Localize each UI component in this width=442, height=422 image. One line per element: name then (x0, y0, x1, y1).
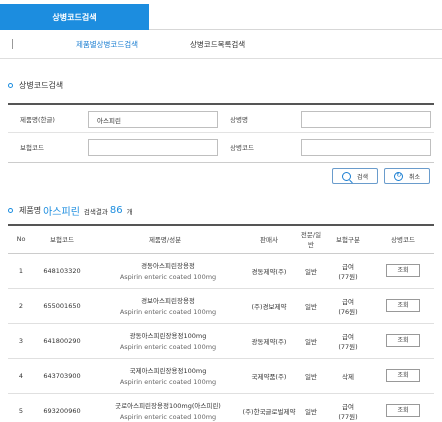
search-button-label: 검색 (356, 173, 369, 181)
product-name: 경동아스피린장용정 (141, 262, 195, 270)
table-row: 2 655001650 경보아스피린장용정 Aspirin enteric co… (8, 288, 434, 324)
product-ingredient: Aspirin enteric coated 100mg (119, 273, 217, 281)
result-suffix: 개 (126, 207, 133, 216)
col-header-insurance: 보험구분 (324, 224, 372, 254)
reset-button[interactable]: 취소 (384, 168, 430, 184)
search-icon (341, 171, 351, 181)
col-header-code: 보험코드 (34, 224, 90, 254)
cell-type: 일반 (298, 393, 324, 422)
table-row: 5 693200960 굿로아스피린장용정100mg(아스피린) Aspirin… (8, 393, 434, 422)
cell-no: 3 (8, 323, 34, 359)
col-header-company: 판매사 (240, 224, 298, 254)
cell-type: 일반 (298, 288, 324, 324)
table-row: 3 641800290 광동아스피린장용정100mg Aspirin enter… (8, 323, 434, 359)
tab-disease-code-search[interactable]: 상병코드검색 (0, 4, 149, 30)
cell-type: 일반 (298, 358, 324, 394)
product-name: 광동아스피린장용정100mg (129, 332, 207, 340)
search-form: 제품명(한글) 아스피린 상병명 보험코드 상병코드 (8, 103, 434, 163)
view-button[interactable]: 조회 (386, 264, 420, 277)
product-name: 국제아스피린장용정100mg (129, 367, 207, 375)
col-header-disease-code: 상병코드 (372, 224, 434, 254)
cell-no: 1 (8, 253, 34, 289)
col-header-product: 제품명/성분 (90, 224, 240, 254)
cell-insurance: 급여 (77원) (324, 323, 372, 359)
disease-name-label: 상병명 (230, 116, 248, 124)
cell-code: 693200960 (34, 393, 90, 422)
table-row: 1 648103320 경동아스피린장용정 Aspirin enteric co… (8, 253, 434, 289)
search-section-title-text: 상병코드검색 (19, 81, 64, 90)
cell-action: 조회 (372, 253, 434, 289)
result-mid: 검색결과 (83, 207, 108, 216)
bullet-icon (8, 208, 13, 213)
disease-code-label: 상병코드 (230, 144, 254, 152)
table-row: 4 643703900 국제아스피린장용정100mg Aspirin enter… (8, 358, 434, 394)
sub-tab-bar: 제품별상병코드검색 상병코드목록검색 (0, 30, 442, 59)
result-keyword: 아스피린 (43, 207, 80, 218)
cell-product: 굿로아스피린장용정100mg(아스피린) Aspirin enteric coa… (90, 393, 240, 422)
disease-code-input[interactable] (301, 139, 431, 156)
cell-company: (주)한국글로벌제약 (240, 393, 298, 422)
view-button[interactable]: 조회 (386, 334, 420, 347)
tab-disease-code-list-search[interactable]: 상병코드목록검색 (190, 30, 410, 58)
cell-code: 641800290 (34, 323, 90, 359)
disease-name-input[interactable] (301, 111, 431, 128)
reset-icon (393, 171, 403, 181)
cell-insurance: 급여 (77원) (324, 393, 372, 422)
col-header-no: No (8, 224, 34, 254)
product-name-label: 제품명(한글) (20, 116, 55, 124)
view-button[interactable]: 조회 (386, 299, 420, 312)
cell-product: 경보아스피린장용정 Aspirin enteric coated 100mg (90, 288, 240, 324)
cell-product: 광동아스피린장용정100mg Aspirin enteric coated 10… (90, 323, 240, 359)
cell-product: 경동아스피린장용정 Aspirin enteric coated 100mg (90, 253, 240, 289)
cell-company: (주)경보제약 (240, 288, 298, 324)
product-name-input[interactable]: 아스피린 (88, 111, 218, 128)
reset-button-label: 취소 (408, 173, 421, 181)
cell-code: 655001650 (34, 288, 90, 324)
cell-product: 국제아스피린장용정100mg Aspirin enteric coated 10… (90, 358, 240, 394)
result-summary: 제품명 아스피린 검색결과 86 개 (8, 203, 133, 218)
tab-product-disease-code-search[interactable]: 제품별상병코드검색 (12, 30, 202, 58)
view-button[interactable]: 조회 (386, 369, 420, 382)
result-count: 86 (109, 205, 123, 216)
search-button[interactable]: 검색 (332, 168, 378, 184)
cell-code: 648103320 (34, 253, 90, 289)
cell-code: 643703900 (34, 358, 90, 394)
insurance-code-label: 보험코드 (20, 144, 44, 152)
view-button[interactable]: 조회 (386, 404, 420, 417)
product-name: 경보아스피린장용정 (141, 297, 195, 305)
cell-insurance: 급여 (77원) (324, 253, 372, 289)
product-ingredient: Aspirin enteric coated 100mg (119, 343, 217, 351)
cell-action: 조회 (372, 358, 434, 394)
search-row-1: 제품명(한글) 아스피린 상병명 (8, 105, 434, 133)
product-ingredient: Aspirin enteric coated 100mg (119, 413, 217, 421)
col-header-type: 전문/일반 (298, 224, 324, 254)
cell-no: 4 (8, 358, 34, 394)
bullet-icon (8, 83, 13, 88)
cell-type: 일반 (298, 253, 324, 289)
cell-insurance: 삭제 (324, 358, 372, 394)
result-prefix: 제품명 (19, 206, 42, 215)
product-ingredient: Aspirin enteric coated 100mg (119, 308, 217, 316)
top-tab-bar: 상병코드검색 (0, 0, 442, 30)
cell-action: 조회 (372, 393, 434, 422)
cell-company: 국제약품(주) (240, 358, 298, 394)
insurance-code-input[interactable] (88, 139, 218, 156)
cell-no: 2 (8, 288, 34, 324)
cell-action: 조회 (372, 288, 434, 324)
product-ingredient: Aspirin enteric coated 100mg (119, 378, 217, 386)
search-row-2: 보험코드 상병코드 (8, 133, 434, 161)
cell-action: 조회 (372, 323, 434, 359)
cell-company: 광동제약(주) (240, 323, 298, 359)
cell-insurance: 급여 (76원) (324, 288, 372, 324)
search-section-title: 상병코드검색 (8, 80, 63, 91)
cell-type: 일반 (298, 323, 324, 359)
table-header-row: No 보험코드 제품명/성분 판매사 전문/일반 보험구분 상병코드 (8, 224, 434, 254)
product-name: 굿로아스피린장용정100mg(아스피린) (115, 402, 221, 410)
results-table: No 보험코드 제품명/성분 판매사 전문/일반 보험구분 상병코드 1 648… (8, 224, 434, 422)
cell-no: 5 (8, 393, 34, 422)
cell-company: 경동제약(주) (240, 253, 298, 289)
